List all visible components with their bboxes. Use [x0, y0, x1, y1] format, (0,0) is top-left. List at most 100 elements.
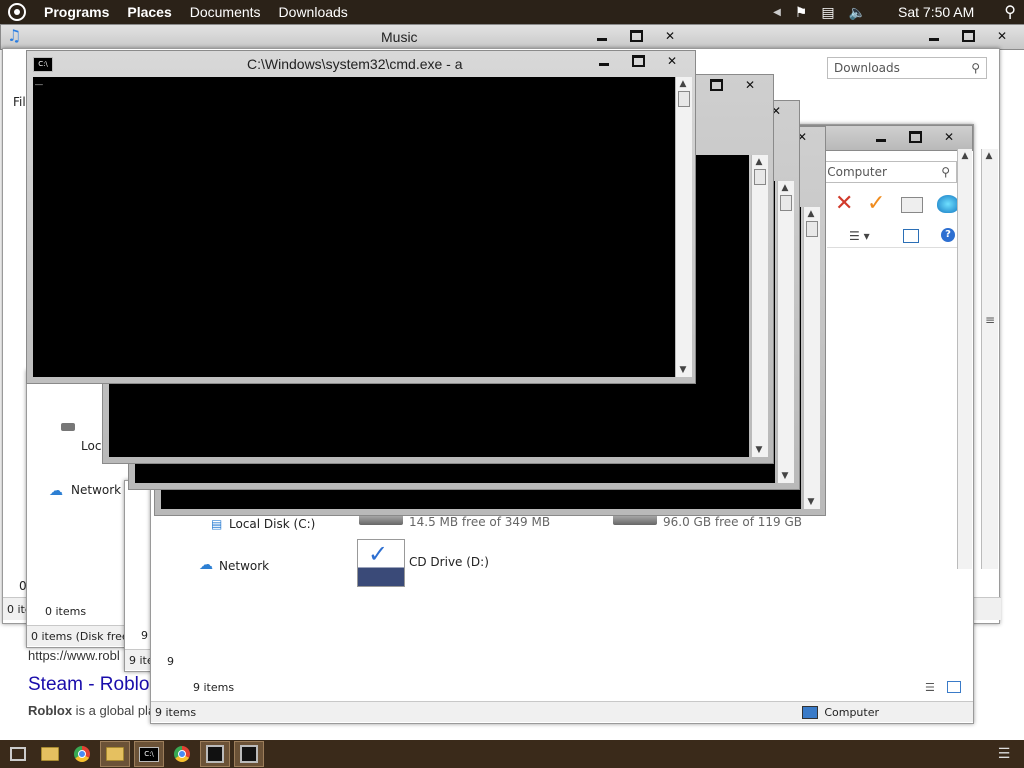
search-result-snippet: Roblox is a global platf	[28, 703, 162, 718]
vertical-scrollbar[interactable]: ▲ ▼	[777, 181, 794, 483]
clock[interactable]: Sat 7:50 AM	[898, 4, 974, 20]
preview-pane-icon[interactable]	[903, 229, 919, 243]
music-note-icon: ♫	[7, 26, 22, 45]
maximize-button[interactable]	[951, 28, 985, 44]
view-tiles-icon[interactable]	[947, 681, 961, 693]
close-icon: ✕	[666, 54, 678, 68]
scroll-thumb[interactable]	[678, 91, 690, 107]
menu-documents[interactable]: Documents	[190, 4, 261, 20]
maximize-icon	[961, 30, 975, 42]
view-details-icon[interactable]: ☰	[925, 681, 935, 694]
scroll-up-arrow[interactable]: ▲	[804, 207, 818, 221]
search-icon[interactable]: ⚲	[1004, 2, 1016, 22]
minimize-icon	[929, 37, 939, 41]
menu-places[interactable]: Places	[127, 4, 171, 20]
play-icon[interactable]: ◀	[773, 7, 781, 18]
menu-programs[interactable]: Programs	[44, 4, 109, 20]
scroll-up-arrow[interactable]: ▲	[982, 149, 996, 163]
shell-icon[interactable]	[937, 195, 959, 213]
taskbar-chrome-button-2[interactable]	[168, 742, 196, 766]
scroll-thumb[interactable]	[780, 195, 792, 211]
scroll-up-arrow[interactable]: ▲	[676, 77, 690, 91]
delete-icon[interactable]: ✕	[835, 191, 853, 216]
scroll-down-arrow[interactable]: ▼	[676, 363, 690, 377]
taskbar-menu-button[interactable]: ☰	[990, 742, 1018, 766]
volume-muted-icon[interactable]: 🔈	[849, 4, 866, 21]
view-options-icon[interactable]: ☰ ▾	[849, 229, 870, 243]
music-window-titlebar[interactable]: ♫ Music ✕ ✕	[0, 24, 1024, 50]
vertical-scrollbar[interactable]: ▲ ▼	[751, 155, 768, 457]
vertical-scrollbar[interactable]: ▲	[957, 149, 972, 569]
check-icon: ✓	[368, 540, 389, 568]
help-icon[interactable]: ?	[941, 228, 955, 242]
cmd-window[interactable]: C:\ C:\Windows\system32\cmd.exe - a ✕ _ …	[26, 50, 696, 384]
taskbar-desktop-button[interactable]	[4, 742, 32, 766]
scroll-down-arrow[interactable]: ▼	[778, 469, 792, 483]
minimize-button[interactable]	[587, 53, 621, 69]
cmd-icon: C:\	[33, 57, 53, 72]
taskbar-chrome-button[interactable]	[68, 742, 96, 766]
taskbar-terminal-button-2[interactable]	[234, 741, 264, 767]
terminal-icon	[240, 745, 258, 763]
minimize-icon	[599, 62, 609, 66]
taskbar-explorer-button[interactable]	[100, 741, 130, 767]
menu-downloads[interactable]: Downloads	[279, 4, 348, 20]
close-icon: ✕	[943, 130, 955, 144]
local-disk-item[interactable]: Local Disk (C:)	[229, 517, 315, 531]
file-menu-fragment[interactable]: Fil	[13, 95, 26, 109]
close-button[interactable]: ✕	[932, 129, 966, 145]
drive-2-free: 96.0 GB free of 119 GB	[663, 515, 802, 529]
maximize-icon	[631, 55, 645, 67]
search-downloads-input[interactable]: Downloads ⚲	[827, 57, 987, 79]
scroll-down-arrow[interactable]: ▼	[804, 495, 818, 509]
scroll-up-arrow[interactable]: ▲	[778, 181, 792, 195]
minimize-button[interactable]	[864, 129, 898, 145]
taskbar-terminal-button[interactable]	[200, 741, 230, 767]
search-downloads-text: Downloads	[834, 61, 900, 75]
close-button[interactable]: ✕	[985, 28, 1019, 44]
network-icon: ☁	[199, 557, 213, 573]
menu-icon: ☰	[997, 746, 1011, 762]
scroll-thumb[interactable]: ≡	[982, 313, 998, 327]
checkmark-icon[interactable]: ✓	[867, 191, 885, 216]
maximize-button[interactable]	[619, 28, 653, 44]
minimize-button[interactable]	[917, 28, 951, 44]
scroll-thumb[interactable]	[806, 221, 818, 237]
cd-drive-item[interactable]: CD Drive (D:)	[409, 555, 489, 569]
chrome-icon	[174, 746, 190, 762]
vertical-scrollbar[interactable]: ▲ ▼	[803, 207, 820, 509]
maximize-button[interactable]	[621, 53, 655, 69]
minimize-button[interactable]	[585, 28, 619, 44]
close-button[interactable]: ✕	[655, 53, 689, 69]
scroll-down-arrow[interactable]: ▼	[752, 443, 766, 457]
cmd-console[interactable]: _	[33, 71, 675, 377]
status-digit: 9	[167, 655, 174, 668]
maximize-button[interactable]	[898, 129, 932, 145]
maximize-button[interactable]	[699, 77, 733, 93]
browser-url-fragment[interactable]: https://www.robl	[28, 648, 120, 663]
network-icon[interactable]: ▤	[821, 4, 834, 21]
close-button[interactable]: ✕	[653, 28, 687, 44]
scroll-up-arrow[interactable]: ▲	[752, 155, 766, 169]
scroll-thumb[interactable]	[754, 169, 766, 185]
vertical-scrollbar[interactable]: ▲ ▼	[675, 77, 692, 377]
app-menu-icon[interactable]	[8, 3, 26, 21]
cmd-cursor: _	[35, 71, 43, 86]
taskbar-cmd-button[interactable]: C:\	[134, 741, 164, 767]
network-item[interactable]: Network	[71, 483, 121, 497]
status-items: 0 items (Disk free	[31, 629, 129, 643]
vertical-scrollbar[interactable]: ▲ ≡	[981, 149, 998, 569]
search-icon: ⚲	[941, 165, 950, 179]
scroll-up-arrow[interactable]: ▲	[958, 149, 972, 163]
flag-icon[interactable]: ⚑	[795, 4, 808, 21]
status-bar: 0 items (Disk free	[27, 625, 129, 646]
drive-icon	[61, 423, 75, 431]
network-item[interactable]: Network	[219, 559, 269, 573]
search-result-title[interactable]: Steam - Roblo	[28, 674, 149, 696]
status-digit: 9	[141, 629, 148, 642]
properties-icon[interactable]	[901, 197, 923, 213]
close-button[interactable]: ✕	[733, 77, 767, 93]
taskbar-files-button[interactable]	[36, 742, 64, 766]
drive-1-free: 14.5 MB free of 349 MB	[409, 515, 551, 529]
cmd-icon: C:\	[139, 746, 159, 762]
